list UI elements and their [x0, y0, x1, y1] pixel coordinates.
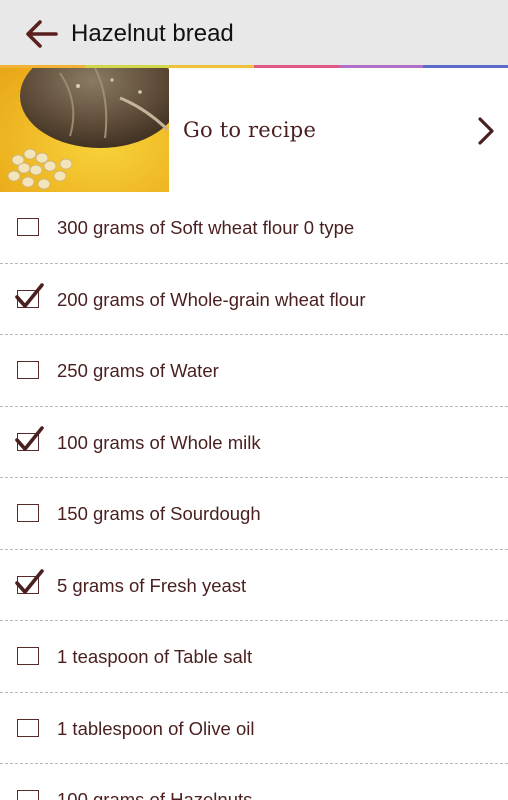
go-to-recipe-row[interactable]: Go to recipe [0, 68, 508, 192]
ingredient-row[interactable]: 1 tablespoon of Olive oil [0, 693, 508, 764]
ingredient-row[interactable]: 300 grams of Soft wheat flour 0 type [0, 192, 508, 264]
go-to-recipe-label: Go to recipe [183, 118, 317, 142]
ingredient-label: 1 teaspoon of Table salt [57, 646, 253, 667]
ingredient-label: 100 grams of Whole milk [57, 431, 261, 453]
app-bar: Hazelnut bread [0, 0, 508, 67]
ingredient-list: 300 grams of Soft wheat flour 0 type 200 … [0, 192, 508, 800]
checkmark-icon [15, 282, 44, 308]
ingredient-row[interactable]: 5 grams of Fresh yeast [0, 550, 508, 621]
ingredient-label: 300 grams of Soft wheat flour 0 type [57, 217, 355, 238]
ingredient-row[interactable]: 100 grams of Whole milk [0, 407, 508, 478]
back-button[interactable] [20, 14, 62, 54]
ingredient-label: 200 grams of Whole-grain wheat flour [57, 288, 366, 310]
ingredient-label: 5 grams of Fresh yeast [57, 574, 247, 596]
page-title: Hazelnut bread [71, 20, 234, 47]
ingredient-row[interactable]: 200 grams of Whole-grain wheat flour [0, 264, 508, 335]
ingredient-checkbox[interactable] [17, 647, 39, 665]
ingredient-label: 150 grams of Sourdough [57, 503, 261, 524]
ingredient-label: 100 grams of Hazelnuts [57, 789, 253, 800]
ingredient-row[interactable]: 150 grams of Sourdough [0, 478, 508, 550]
ingredient-row[interactable]: 250 grams of Water [0, 335, 508, 407]
ingredient-row[interactable]: 1 teaspoon of Table salt [0, 621, 508, 693]
arrow-left-icon [26, 20, 58, 48]
recipe-thumbnail [0, 68, 169, 192]
checkmark-icon [15, 425, 44, 451]
ingredient-label: 1 tablespoon of Olive oil [57, 717, 255, 739]
ingredient-checkbox[interactable] [17, 504, 39, 522]
ingredient-checkbox[interactable] [17, 218, 39, 236]
ingredient-checkbox[interactable] [17, 718, 39, 737]
ingredient-checkbox[interactable] [17, 361, 39, 379]
ingredient-label: 250 grams of Water [57, 360, 219, 381]
ingredient-row[interactable]: 100 grams of Hazelnuts [0, 764, 508, 800]
chevron-right-icon [478, 117, 494, 145]
checkmark-icon [15, 568, 44, 594]
ingredient-checkbox[interactable] [17, 790, 39, 800]
